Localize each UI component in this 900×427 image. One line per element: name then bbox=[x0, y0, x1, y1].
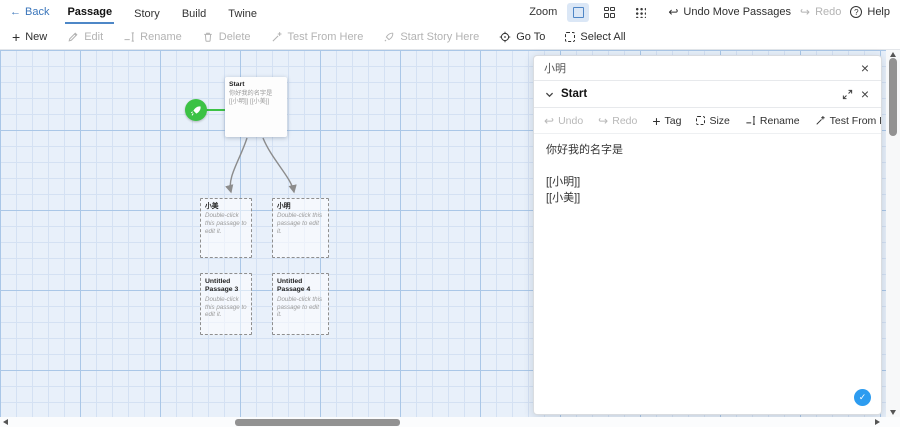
passage-excerpt: Double-click this passage to edit it. bbox=[277, 295, 323, 319]
passage-title: 小美 bbox=[205, 203, 219, 210]
close-icon[interactable]: × bbox=[859, 87, 871, 101]
horizontal-scrollbar-thumb[interactable] bbox=[235, 418, 400, 426]
passage-node-start[interactable]: Start 你好我的名字是 [[小明]] [[小美]] bbox=[225, 77, 287, 137]
editor-toolbar: ↩ Undo ↪ Redo + Tag Size Rename Test Fro… bbox=[534, 108, 881, 134]
zoom-25-button[interactable] bbox=[629, 3, 651, 22]
main-tabs: Passage Story Build Twine bbox=[65, 0, 259, 24]
start-story-here-button[interactable]: Start Story Here bbox=[383, 31, 479, 43]
plus-icon: + bbox=[652, 112, 661, 129]
undo-icon: ↩ bbox=[544, 113, 555, 128]
delete-button[interactable]: Delete bbox=[202, 31, 251, 43]
passage-editor-panel: 小明 × Start × ↩ Undo ↪ Redo + Tag Size Re… bbox=[533, 55, 882, 415]
editor-test-from-here-button[interactable]: Test From Here bbox=[815, 115, 881, 127]
select-all-button[interactable]: Select All bbox=[565, 31, 626, 43]
passage-title: Untitled Passage 4 bbox=[277, 278, 311, 294]
redo-icon: ↪ bbox=[800, 5, 811, 19]
plus-icon: + bbox=[12, 28, 21, 45]
passage-toolbar: + New Edit Rename Delete Test From Here … bbox=[0, 24, 900, 50]
collapsed-editor-xiaoming[interactable]: 小明 × bbox=[534, 56, 881, 81]
edit-button[interactable]: Edit bbox=[67, 31, 103, 43]
rename-icon bbox=[746, 116, 755, 125]
trash-icon bbox=[204, 32, 212, 42]
target-icon bbox=[499, 31, 511, 42]
undo-icon: ↩ bbox=[668, 5, 679, 19]
tab-build[interactable]: Build bbox=[180, 3, 208, 24]
vertical-scrollbar-thumb[interactable] bbox=[889, 58, 897, 136]
editor-rename-button[interactable]: Rename bbox=[745, 115, 800, 127]
vertical-scrollbar bbox=[886, 50, 900, 417]
rename-icon bbox=[124, 31, 135, 42]
undo-move-passages-button[interactable]: ↩ Undo Move Passages bbox=[668, 6, 791, 18]
start-connector-line bbox=[206, 109, 226, 111]
collapsed-editor-title: 小明 bbox=[544, 63, 566, 75]
select-all-icon bbox=[565, 31, 576, 42]
passage-excerpt: Double-click this passage to edit it. bbox=[205, 295, 247, 319]
size-button[interactable]: Size bbox=[696, 115, 730, 127]
back-arrow-icon: ← bbox=[10, 6, 21, 18]
passage-text-input[interactable]: 你好我的名字是 [[小明]] [[小美]] bbox=[534, 134, 881, 414]
editor-redo-button[interactable]: ↪ Redo bbox=[598, 115, 637, 127]
passage-excerpt: Double-click this passage to edit it. bbox=[277, 212, 323, 235]
zoom-100-button[interactable] bbox=[567, 2, 590, 22]
back-button[interactable]: ← Back bbox=[10, 6, 49, 18]
back-label: Back bbox=[25, 6, 50, 18]
passage-node-untitled-4[interactable]: Untitled Passage 4 Double-click this pas… bbox=[272, 273, 329, 335]
zoom-label: Zoom bbox=[529, 6, 558, 18]
maximize-icon[interactable] bbox=[842, 89, 853, 100]
rocket-small-icon bbox=[384, 32, 394, 41]
top-bar: ← Back Passage Story Build Twine Zoom ↩ … bbox=[0, 0, 900, 24]
start-passage-badge bbox=[185, 99, 207, 121]
passage-node-xiaoming[interactable]: 小明 Double-click this passage to edit it. bbox=[272, 198, 329, 258]
redo-button[interactable]: ↪ Redo bbox=[800, 6, 841, 18]
test-from-here-button[interactable]: Test From Here bbox=[271, 31, 363, 43]
passage-title: 小明 bbox=[277, 203, 291, 210]
zoom-dots-icon bbox=[634, 6, 647, 18]
editor-undo-button[interactable]: ↩ Undo bbox=[544, 115, 583, 127]
rocket-icon bbox=[190, 105, 201, 116]
scroll-up-arrow[interactable] bbox=[890, 52, 896, 57]
editor-title: Start bbox=[561, 88, 588, 100]
scroll-down-arrow[interactable] bbox=[890, 410, 896, 415]
check-badge-icon: ✓ bbox=[854, 389, 871, 406]
tab-passage[interactable]: Passage bbox=[65, 1, 115, 24]
pencil-icon bbox=[68, 32, 78, 41]
new-passage-button[interactable]: + New bbox=[12, 30, 47, 44]
wand-icon bbox=[815, 116, 825, 125]
redo-icon: ↪ bbox=[598, 113, 609, 128]
passage-title: Untitled Passage 3 bbox=[205, 278, 239, 294]
editor-body: 你好我的名字是 [[小明]] [[小美]] ✓ bbox=[534, 134, 881, 414]
zoom-full-icon bbox=[572, 6, 584, 18]
passage-excerpt: Double-click this passage to edit it. bbox=[205, 212, 247, 235]
passage-node-xiaomei[interactable]: 小美 Double-click this passage to edit it. bbox=[200, 198, 252, 258]
help-icon: ? bbox=[850, 6, 863, 18]
zoom-grid-icon bbox=[603, 6, 615, 18]
editor-header: Start × bbox=[534, 81, 881, 108]
passage-node-untitled-3[interactable]: Untitled Passage 3 Double-click this pas… bbox=[200, 273, 252, 335]
wand-icon bbox=[272, 31, 282, 41]
tab-twine[interactable]: Twine bbox=[226, 3, 259, 24]
size-icon bbox=[696, 116, 706, 125]
scroll-left-arrow[interactable] bbox=[3, 419, 8, 425]
scroll-right-arrow[interactable] bbox=[875, 419, 880, 425]
go-to-button[interactable]: Go To bbox=[499, 31, 545, 43]
scrollbar-corner bbox=[886, 417, 900, 427]
passage-title: Start bbox=[229, 81, 245, 88]
chevron-down-icon[interactable] bbox=[544, 89, 555, 100]
zoom-50-button[interactable] bbox=[598, 3, 620, 22]
rename-button[interactable]: Rename bbox=[123, 31, 182, 43]
horizontal-scrollbar bbox=[0, 417, 886, 427]
help-button[interactable]: ? Help bbox=[850, 6, 890, 18]
close-icon[interactable]: × bbox=[859, 61, 871, 75]
passage-excerpt: 你好我的名字是 [[小明]] [[小美]] bbox=[229, 90, 273, 106]
tab-story[interactable]: Story bbox=[132, 3, 162, 24]
add-tag-button[interactable]: + Tag bbox=[652, 114, 681, 128]
